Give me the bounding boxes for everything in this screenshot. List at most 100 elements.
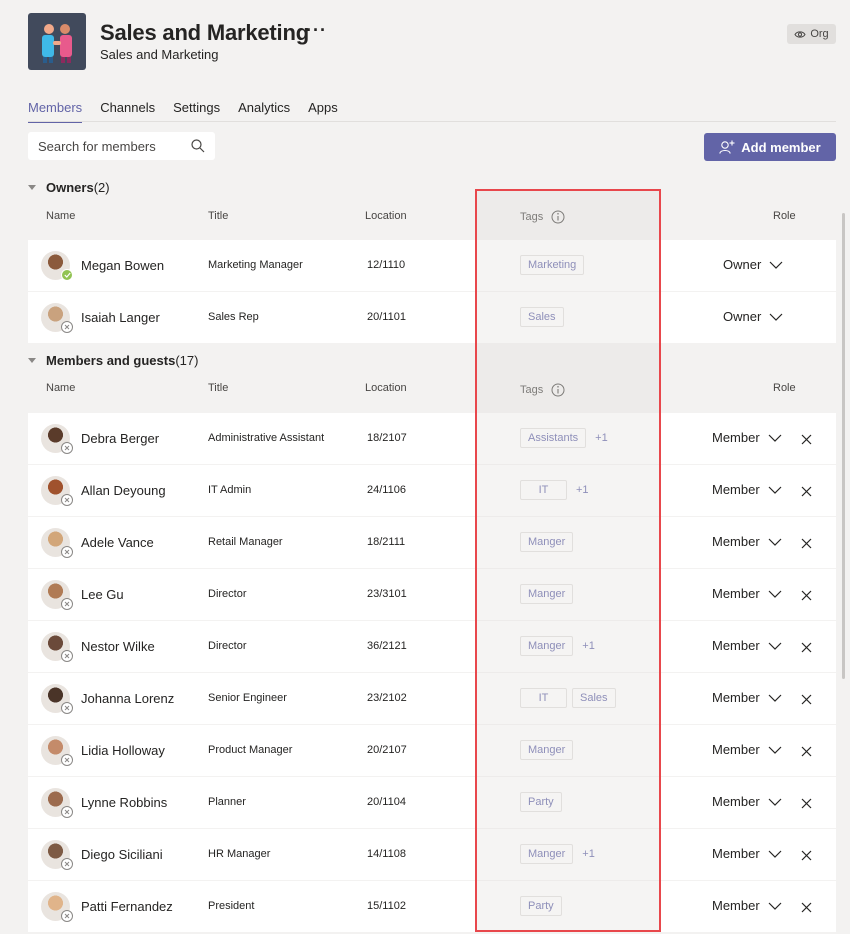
scrollbar[interactable] — [842, 213, 845, 679]
info-icon[interactable] — [551, 383, 565, 397]
role-dropdown[interactable]: Member — [712, 482, 782, 497]
tag-chip[interactable]: Manger — [520, 844, 574, 864]
presence-offline-icon — [61, 598, 73, 610]
members-count: (17) — [175, 353, 199, 368]
tag-chip[interactable]: IT — [520, 480, 567, 500]
remove-member-button[interactable] — [801, 536, 812, 554]
member-title: IT Admin — [208, 484, 252, 496]
role-dropdown[interactable]: Member — [712, 794, 782, 809]
close-icon — [801, 850, 812, 861]
member-name: Patti Fernandez — [81, 899, 173, 914]
role-dropdown[interactable]: Member — [712, 586, 782, 601]
search-icon[interactable] — [191, 139, 205, 153]
member-row[interactable]: Isaiah Langer Sales Rep 20/1101 Sales Owner — [28, 292, 836, 343]
role-dropdown[interactable]: Owner — [723, 257, 783, 272]
more-tags-count[interactable]: +1 — [582, 848, 595, 860]
remove-member-button[interactable] — [801, 796, 812, 814]
col-header-title[interactable]: Title — [208, 210, 228, 222]
role-value: Member — [712, 794, 760, 809]
tag-chip[interactable]: Party — [520, 792, 562, 812]
remove-member-button[interactable] — [801, 588, 812, 606]
member-row[interactable]: Debra Berger Administrative Assistant 18/2… — [28, 413, 836, 464]
col-header-name[interactable]: Name — [46, 210, 75, 222]
chevron-down-icon — [768, 538, 782, 546]
col-header-name[interactable]: Name — [46, 382, 75, 394]
remove-member-button[interactable] — [801, 744, 812, 762]
member-row[interactable]: Adele Vance Retail Manager 18/2111 Manger Me… — [28, 517, 836, 568]
tab-apps[interactable]: Apps — [308, 100, 338, 123]
member-row[interactable]: Diego Siciliani HR Manager 14/1108 Manger +1… — [28, 829, 836, 880]
role-value: Owner — [723, 257, 762, 272]
more-tags-count[interactable]: +1 — [582, 640, 595, 652]
more-options-button[interactable]: ··· — [306, 20, 327, 41]
tab-members[interactable]: Members — [28, 100, 83, 123]
role-dropdown[interactable]: Owner — [723, 309, 783, 324]
tag-chip[interactable]: Party — [520, 896, 562, 916]
info-icon[interactable] — [551, 210, 565, 224]
role-value: Member — [712, 742, 760, 757]
remove-member-button[interactable] — [801, 484, 812, 502]
tab-channels[interactable]: Channels — [100, 100, 155, 123]
more-tags-count[interactable]: +1 — [595, 432, 608, 444]
member-row[interactable]: Johanna Lorenz Senior Engineer 23/2102 IT Sa… — [28, 673, 836, 724]
role-dropdown[interactable]: Member — [712, 742, 782, 757]
role-dropdown[interactable]: Member — [712, 638, 782, 653]
col-header-location[interactable]: Location — [365, 382, 407, 394]
role-dropdown[interactable]: Member — [712, 690, 782, 705]
tag-chip[interactable]: Manger — [520, 532, 574, 552]
member-row[interactable]: Nestor Wilke Director 36/2121 Manger +1 Membe… — [28, 621, 836, 672]
more-tags-count[interactable]: +1 — [576, 484, 589, 496]
presence-offline-icon — [61, 321, 73, 333]
tag-chip[interactable]: Assistants — [520, 428, 587, 448]
member-row[interactable]: Lidia Holloway Product Manager 20/2107 Mang… — [28, 725, 836, 776]
team-logo-icon — [42, 24, 72, 63]
tab-settings[interactable]: Settings — [173, 100, 220, 123]
member-location: 12/1110 — [367, 259, 406, 271]
tag-chip[interactable]: Manger — [520, 740, 574, 760]
tag-chip[interactable]: Marketing — [520, 255, 585, 275]
member-tags: IT Sales — [520, 688, 616, 708]
role-value: Member — [712, 638, 760, 653]
presence-offline-icon — [61, 494, 73, 506]
member-title: Marketing Manager — [208, 259, 303, 271]
tag-chip[interactable]: Manger — [520, 636, 574, 656]
search-box[interactable] — [28, 132, 215, 160]
add-member-button[interactable]: Add member — [704, 133, 836, 161]
remove-member-button[interactable] — [801, 432, 812, 450]
remove-member-button[interactable] — [801, 640, 812, 658]
tab-analytics[interactable]: Analytics — [238, 100, 290, 123]
col-header-title[interactable]: Title — [208, 382, 228, 394]
role-dropdown[interactable]: Member — [712, 430, 782, 445]
col-header-tags[interactable]: Tags — [520, 210, 565, 224]
close-icon — [801, 798, 812, 809]
member-location: 20/1101 — [367, 311, 406, 323]
member-title: President — [208, 900, 255, 912]
col-header-tags[interactable]: Tags — [520, 383, 565, 397]
member-row[interactable]: Lee Gu Director 23/3101 Manger Member — [28, 569, 836, 620]
member-row[interactable]: Megan Bowen Marketing Manager 12/1110 Marke… — [28, 240, 836, 291]
tag-chip[interactable]: Sales — [572, 688, 616, 708]
members-section-toggle[interactable]: Members and guests (17) — [28, 353, 198, 368]
member-tags: Assistants +1 — [520, 428, 608, 448]
member-row[interactable]: Lynne Robbins Planner 20/1104 Party Member — [28, 777, 836, 828]
role-dropdown[interactable]: Member — [712, 534, 782, 549]
tag-chip[interactable]: Manger — [520, 584, 574, 604]
org-badge[interactable]: Org — [787, 24, 836, 44]
search-input[interactable] — [38, 138, 191, 154]
col-header-role[interactable]: Role — [773, 210, 796, 222]
member-name: Allan Deyoung — [81, 483, 166, 498]
role-value: Member — [712, 534, 760, 549]
remove-member-button[interactable] — [801, 692, 812, 710]
tag-chip[interactable]: IT — [520, 688, 567, 708]
col-header-location[interactable]: Location — [365, 210, 407, 222]
member-row[interactable]: Patti Fernandez President 15/1102 Party Memb… — [28, 881, 836, 932]
role-dropdown[interactable]: Member — [712, 898, 782, 913]
owners-section-toggle[interactable]: Owners (2) — [28, 180, 110, 195]
member-title: Director — [208, 640, 247, 652]
role-dropdown[interactable]: Member — [712, 846, 782, 861]
col-header-role[interactable]: Role — [773, 382, 796, 394]
remove-member-button[interactable] — [801, 848, 812, 866]
tag-chip[interactable]: Sales — [520, 307, 564, 327]
remove-member-button[interactable] — [801, 900, 812, 918]
member-row[interactable]: Allan Deyoung IT Admin 24/1106 IT +1 Member — [28, 465, 836, 516]
